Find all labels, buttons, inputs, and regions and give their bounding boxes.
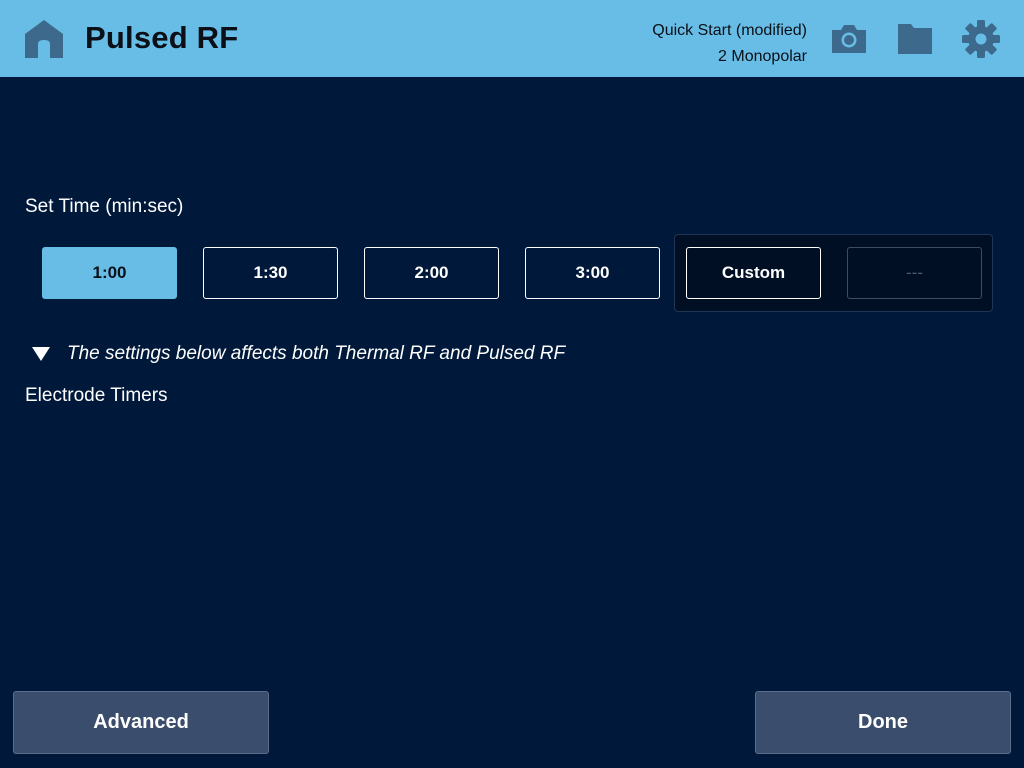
settings-button[interactable] [961, 19, 1001, 59]
gear-icon [962, 20, 1000, 58]
set-time-label: Set Time (min:sec) [25, 196, 184, 217]
electrode-timers-label: Electrode Timers [25, 385, 168, 406]
camera-button[interactable] [829, 19, 869, 59]
custom-time-button[interactable]: Custom [686, 247, 821, 299]
settings-note[interactable]: The settings below affects both Thermal … [31, 341, 565, 367]
time-option-2-00[interactable]: 2:00 [364, 247, 499, 299]
home-button[interactable] [22, 18, 66, 60]
preset-info: Quick Start (modified) 2 Monopolar [652, 18, 807, 70]
time-option-3-00[interactable]: 3:00 [525, 247, 660, 299]
camera-icon [832, 25, 866, 53]
folder-button[interactable] [895, 19, 935, 59]
time-option-1-00[interactable]: 1:00 [42, 247, 177, 299]
page-title: Pulsed RF [85, 20, 239, 55]
custom-time-value: --- [847, 247, 982, 299]
preset-name: Quick Start (modified) [652, 22, 807, 39]
home-icon [25, 20, 63, 58]
triangle-down-icon [32, 347, 50, 361]
advanced-button[interactable]: Advanced [13, 691, 269, 754]
app-window: Pulsed RF Quick Start (modified) 2 Monop… [0, 0, 1024, 768]
folder-icon [898, 24, 932, 54]
preset-mode: 2 Monopolar [718, 48, 807, 65]
settings-note-text: The settings below affects both Thermal … [67, 343, 566, 364]
done-button[interactable]: Done [755, 691, 1011, 754]
time-option-1-30[interactable]: 1:30 [203, 247, 338, 299]
header-bar: Pulsed RF Quick Start (modified) 2 Monop… [0, 0, 1024, 77]
